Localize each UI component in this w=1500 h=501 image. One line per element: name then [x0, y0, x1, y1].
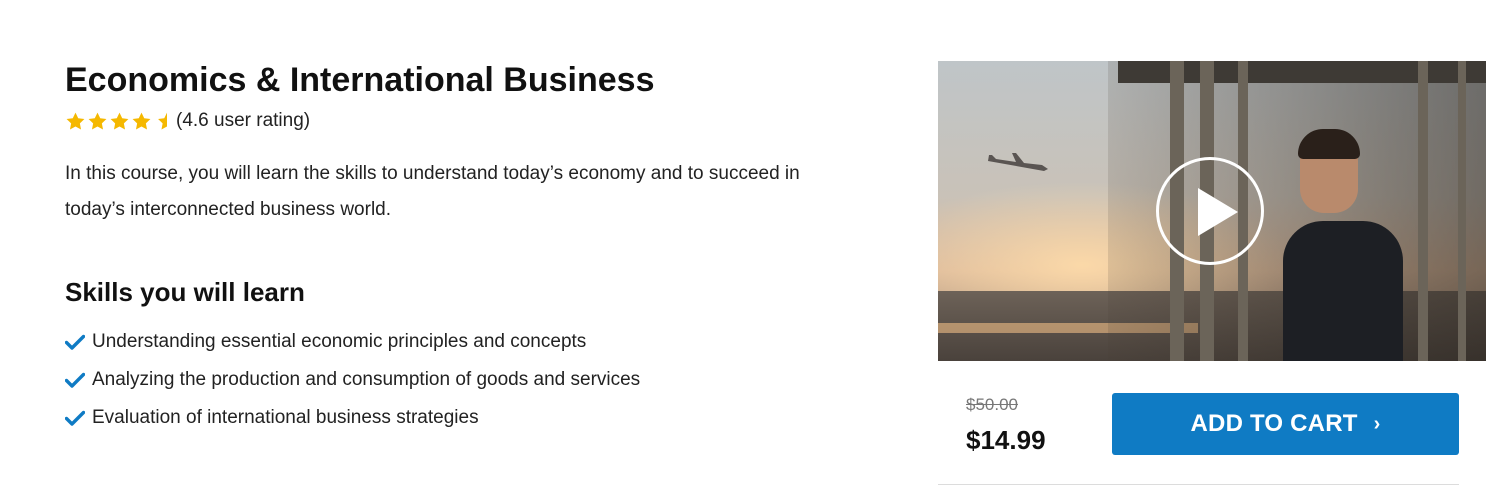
skill-item: Evaluation of international business str… — [65, 399, 865, 437]
video-pillar — [1458, 61, 1466, 361]
current-price: $14.99 — [966, 425, 1046, 455]
original-price: $50.00 — [966, 395, 1018, 414]
chevron-right-icon: › — [1373, 412, 1381, 435]
course-title: Economics & International Business — [65, 61, 655, 99]
rating-row: (4.6 user rating) — [65, 108, 865, 134]
price-area: $50.00 $14.99 ADD TO CART › — [938, 361, 1486, 485]
star-rating — [65, 111, 175, 132]
checkmark-icon — [65, 372, 85, 388]
skills-heading: Skills you will learn — [65, 277, 305, 307]
airplane-icon — [988, 153, 1048, 171]
purchase-card: $50.00 $14.99 ADD TO CART › — [938, 61, 1486, 501]
rating-text: (4.6 user rating) — [176, 110, 311, 131]
star-icon — [88, 112, 107, 129]
video-person — [1283, 221, 1403, 361]
video-pillar — [1418, 61, 1428, 361]
add-to-cart-label: ADD TO CART — [1190, 410, 1358, 437]
play-button[interactable] — [1156, 157, 1264, 265]
skill-item: Analyzing the production and consumption… — [65, 361, 865, 399]
checkmark-icon — [65, 410, 85, 426]
skill-label: Analyzing the production and consumption… — [92, 369, 641, 390]
divider — [938, 484, 1459, 485]
course-preview-video[interactable] — [938, 61, 1486, 361]
half-star-icon — [158, 112, 167, 129]
skill-label: Evaluation of international business str… — [92, 407, 479, 428]
play-icon — [1198, 188, 1238, 236]
star-icon — [66, 112, 85, 129]
star-icon — [110, 112, 129, 129]
course-info: Economics & International Business (4.6 … — [65, 58, 865, 437]
add-to-cart-button[interactable]: ADD TO CART › — [1112, 393, 1459, 455]
course-description: In this course, you will learn the skill… — [65, 163, 800, 220]
checkmark-icon — [65, 334, 85, 350]
skill-label: Understanding essential economic princip… — [92, 331, 587, 352]
skill-item: Understanding essential economic princip… — [65, 323, 865, 361]
star-icon — [132, 112, 151, 129]
skills-list: Understanding essential economic princip… — [65, 323, 865, 437]
